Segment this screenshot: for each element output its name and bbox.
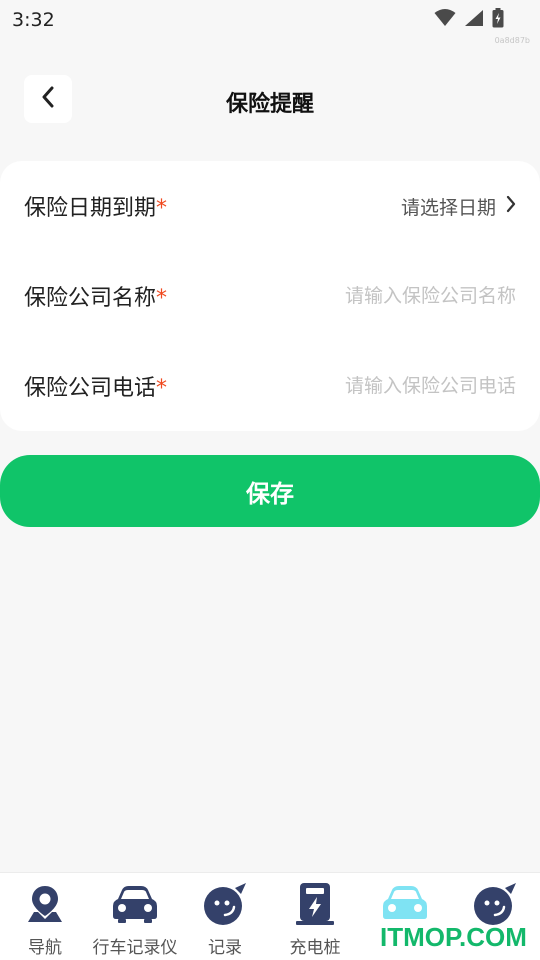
field-label: 保险日期到期* [24, 190, 167, 222]
chevron-right-icon [506, 195, 516, 217]
nav-label: 导航 [28, 938, 62, 958]
page-title: 保险提醒 [225, 92, 314, 117]
car-icon [112, 881, 158, 927]
charging-station-icon [292, 881, 338, 927]
battery-charging-icon [492, 8, 504, 32]
field-label: 保险公司名称* [24, 280, 167, 312]
required-star: * [156, 286, 168, 311]
nav-label: 记录 [208, 938, 242, 958]
required-star: * [156, 196, 168, 221]
insurance-reminder-screen: 3:32 0a8d87b 保险提醒 保险日期到期* 请选择日期 保险公司名称* … [0, 0, 540, 960]
insurance-company-name-input[interactable] [316, 285, 516, 307]
nav-label: 行车记录仪 [92, 938, 178, 958]
date-placeholder: 请选择日期 [400, 196, 496, 219]
nav-item-dashcam[interactable]: 行车记录仪 [90, 873, 180, 960]
insurance-company-phone-input[interactable] [316, 375, 516, 397]
insurance-company-name-label: 保险公司名称 [24, 286, 157, 311]
insurance-company-name-row: 保险公司名称* [0, 251, 540, 341]
wifi-icon [434, 9, 456, 31]
nav-item-records[interactable]: 记录 [180, 873, 270, 960]
watermark: ITMOP.COM [380, 922, 527, 952]
form-card: 保险日期到期* 请选择日期 保险公司名称* 保险公司电话* [0, 161, 540, 431]
record-face-icon [202, 881, 248, 927]
status-icons [434, 8, 504, 32]
insurance-expiry-label: 保险日期到期 [24, 196, 157, 221]
nav-label: 充电桩 [289, 938, 341, 958]
car-icon-active [382, 881, 428, 927]
profile-face-icon [472, 881, 518, 927]
insurance-company-phone-row: 保险公司电话* [0, 341, 540, 431]
status-bar: 3:32 [0, 0, 540, 40]
nav-item-charging[interactable]: 充电桩 [270, 873, 360, 960]
nav-item-navigation[interactable]: 导航 [0, 873, 90, 960]
expiry-date-select[interactable]: 请选择日期 [401, 193, 516, 220]
field-label: 保险公司电话* [24, 370, 167, 402]
header: 保险提醒 [0, 72, 540, 126]
build-tag: 0a8d87b [494, 36, 530, 45]
signal-icon [464, 9, 484, 31]
insurance-company-phone-label: 保险公司电话 [24, 376, 157, 401]
map-pin-icon [22, 881, 68, 927]
required-star: * [156, 376, 168, 401]
insurance-expiry-row[interactable]: 保险日期到期* 请选择日期 [0, 161, 540, 251]
status-time: 3:32 [12, 9, 55, 31]
save-button[interactable]: 保存 [0, 455, 540, 527]
